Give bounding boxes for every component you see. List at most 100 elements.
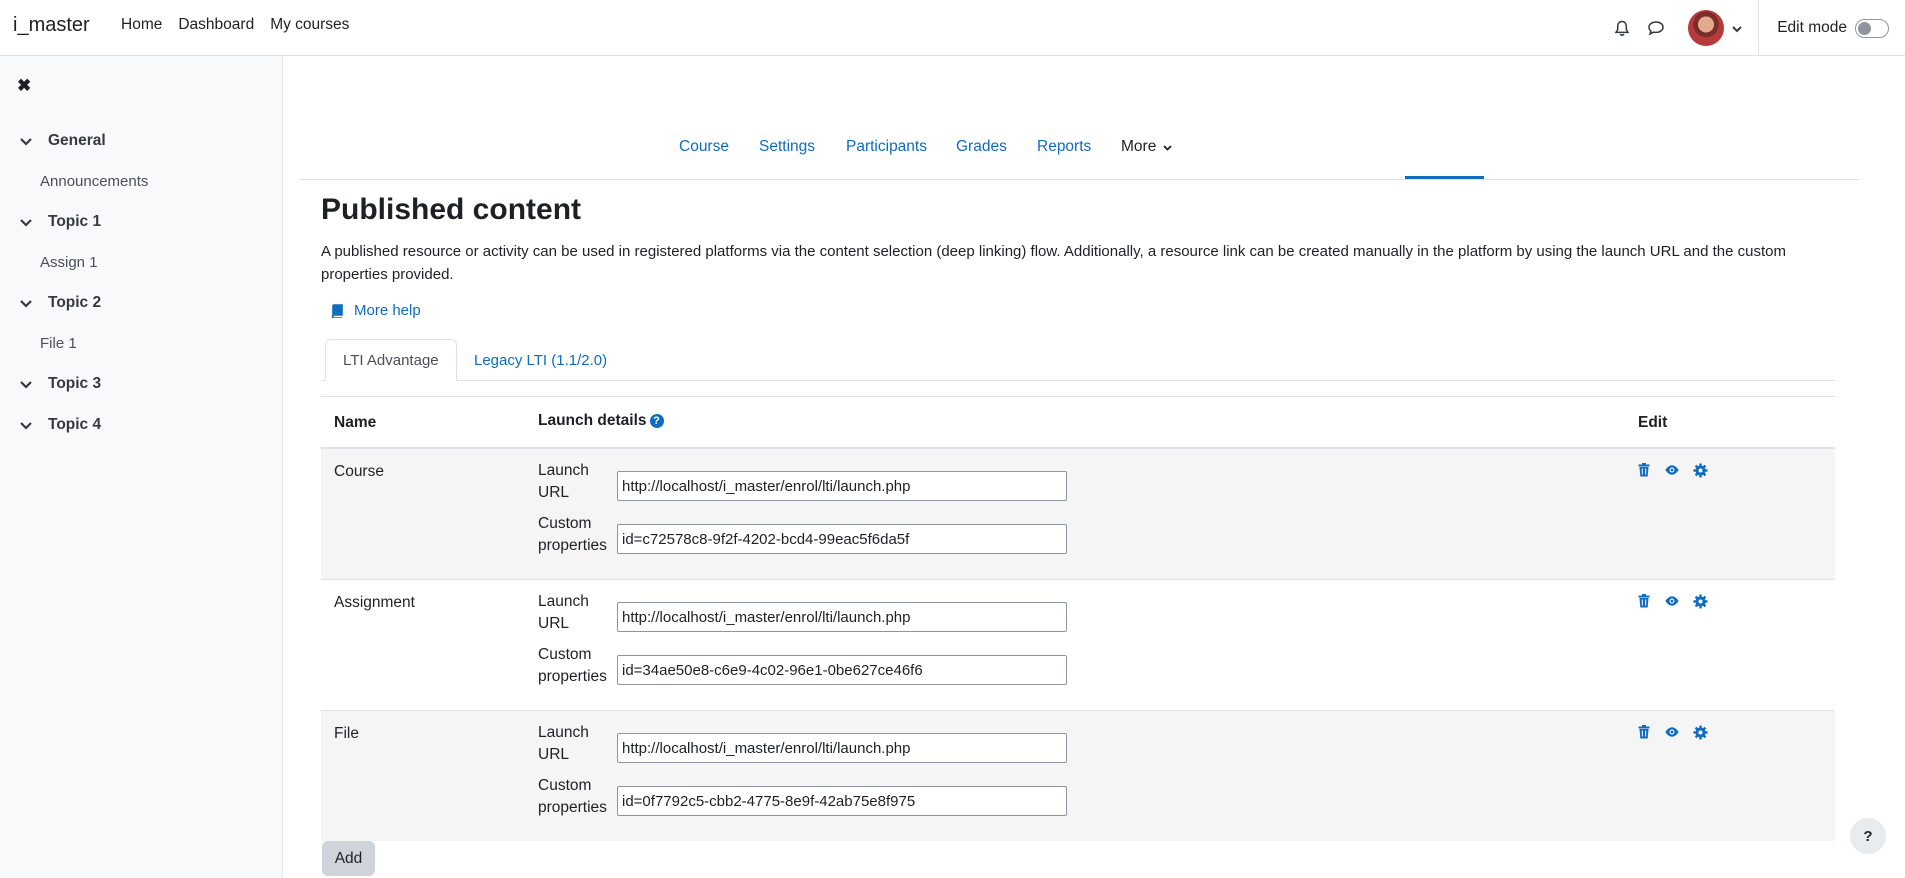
launch-label-line1: Launch xyxy=(538,462,589,479)
custom-label-line2: properties xyxy=(538,799,607,816)
site-brand[interactable]: i_master xyxy=(13,14,90,37)
table-row: Assignment Launch URL Custom properties xyxy=(321,580,1835,711)
launch-url-field[interactable] xyxy=(617,471,1067,501)
header-launch-details-label: Launch details xyxy=(538,412,647,429)
section-topic-4[interactable]: Topic 4 xyxy=(20,416,101,434)
chat-icon[interactable] xyxy=(1646,18,1666,38)
activity-file-1[interactable]: File 1 xyxy=(40,335,77,352)
custom-properties-field[interactable] xyxy=(617,524,1067,554)
navbar-right: Edit mode xyxy=(1612,0,1905,56)
chevron-down-icon[interactable] xyxy=(20,295,34,312)
header-edit: Edit xyxy=(1638,414,1668,431)
launch-url-label: Launch URL xyxy=(538,722,608,766)
nav-my-courses[interactable]: My courses xyxy=(270,16,349,34)
header-launch-details: Launch details? xyxy=(538,412,664,430)
launch-label-line2: URL xyxy=(538,746,570,763)
launch-url-field[interactable] xyxy=(617,602,1067,632)
table-row: File Launch URL Custom properties xyxy=(321,711,1835,841)
help-button[interactable]: ? xyxy=(1850,818,1886,854)
avatar[interactable] xyxy=(1688,10,1725,46)
bell-icon[interactable] xyxy=(1612,18,1632,38)
launch-label-line2: URL xyxy=(538,484,570,501)
custom-properties-field[interactable] xyxy=(617,786,1067,816)
tab-lti-advantage[interactable]: LTI Advantage xyxy=(325,339,457,381)
tab-course[interactable]: Course xyxy=(679,138,729,156)
close-icon[interactable]: ✖ xyxy=(17,76,31,96)
more-help-label: More help xyxy=(354,302,421,319)
tab-participants[interactable]: Participants xyxy=(846,138,927,156)
chevron-down-icon[interactable] xyxy=(20,376,34,393)
gear-icon[interactable] xyxy=(1692,593,1708,609)
custom-label-line2: properties xyxy=(538,537,607,554)
page-title: Published content xyxy=(321,193,582,226)
row-actions xyxy=(1636,724,1708,740)
eye-icon[interactable] xyxy=(1664,462,1680,478)
section-label: Topic 3 xyxy=(48,375,102,392)
chevron-down-icon[interactable] xyxy=(1732,20,1742,37)
launch-url-label: Launch URL xyxy=(538,591,608,635)
custom-label-line2: properties xyxy=(538,668,607,685)
section-label: Topic 2 xyxy=(48,294,102,311)
course-index-drawer: ✖ General Announcements Topic 1 Assign 1… xyxy=(0,56,283,878)
launch-label-line1: Launch xyxy=(538,724,589,741)
table-header: Name Launch details? Edit xyxy=(321,397,1835,449)
edit-mode-label: Edit mode xyxy=(1777,19,1847,36)
custom-properties-field[interactable] xyxy=(617,655,1067,685)
chevron-down-icon[interactable] xyxy=(20,133,34,150)
book-icon xyxy=(331,303,343,318)
help-icon[interactable]: ? xyxy=(649,414,664,428)
launch-label-line2: URL xyxy=(538,615,570,632)
tab-more[interactable]: More xyxy=(1121,138,1172,156)
row-actions xyxy=(1636,593,1708,609)
page-intro: A published resource or activity can be … xyxy=(321,243,1786,283)
add-button[interactable]: Add xyxy=(322,841,375,876)
more-help-link[interactable]: More help xyxy=(330,302,421,319)
tab-grades[interactable]: Grades xyxy=(956,138,1007,156)
launch-url-field[interactable] xyxy=(617,733,1067,763)
section-general[interactable]: General xyxy=(20,132,106,150)
launch-url-label: Launch URL xyxy=(538,460,608,504)
secondary-nav: Course Settings Participants Grades Repo… xyxy=(299,128,1859,180)
table-row: Course Launch URL Custom properties xyxy=(321,449,1835,580)
row-name: Assignment xyxy=(334,594,415,611)
tab-more-label: More xyxy=(1121,138,1157,155)
row-name: Course xyxy=(334,463,384,480)
row-name: File xyxy=(334,725,359,742)
custom-label-line1: Custom xyxy=(538,646,592,663)
tab-settings[interactable]: Settings xyxy=(759,138,815,156)
edit-mode-toggle[interactable] xyxy=(1855,18,1889,38)
trash-icon[interactable] xyxy=(1636,462,1652,478)
custom-label-line1: Custom xyxy=(538,515,592,532)
header-name: Name xyxy=(334,414,377,431)
chevron-down-icon[interactable] xyxy=(20,214,34,231)
custom-properties-label: Custom properties xyxy=(538,513,608,557)
section-topic-3[interactable]: Topic 3 xyxy=(20,375,101,393)
edit-mode-control: Edit mode xyxy=(1759,18,1905,38)
trash-icon[interactable] xyxy=(1636,724,1652,740)
nav-dashboard[interactable]: Dashboard xyxy=(178,16,254,34)
custom-label-line1: Custom xyxy=(538,777,592,794)
gear-icon[interactable] xyxy=(1692,462,1708,478)
active-tab-indicator xyxy=(1405,176,1484,179)
published-content-table: Name Launch details? Edit Course Launch U… xyxy=(321,396,1835,841)
section-label: Topic 4 xyxy=(48,416,102,433)
tab-legacy-lti[interactable]: Legacy LTI (1.1/2.0) xyxy=(457,339,624,381)
activity-announcements[interactable]: Announcements xyxy=(40,173,148,190)
chevron-down-icon[interactable] xyxy=(20,417,34,434)
eye-icon[interactable] xyxy=(1664,724,1680,740)
row-actions xyxy=(1636,462,1708,478)
custom-properties-label: Custom properties xyxy=(538,644,608,688)
primary-nav: Home Dashboard My courses xyxy=(121,16,365,34)
section-label: Topic 1 xyxy=(48,213,102,230)
activity-assign-1[interactable]: Assign 1 xyxy=(40,254,98,271)
section-topic-1[interactable]: Topic 1 xyxy=(20,213,101,231)
gear-icon[interactable] xyxy=(1692,724,1708,740)
custom-properties-label: Custom properties xyxy=(538,775,608,819)
section-topic-2[interactable]: Topic 2 xyxy=(20,294,101,312)
tab-reports[interactable]: Reports xyxy=(1037,138,1091,156)
eye-icon[interactable] xyxy=(1664,593,1680,609)
trash-icon[interactable] xyxy=(1636,593,1652,609)
nav-home[interactable]: Home xyxy=(121,16,162,34)
section-label: General xyxy=(48,132,106,149)
launch-label-line1: Launch xyxy=(538,593,589,610)
